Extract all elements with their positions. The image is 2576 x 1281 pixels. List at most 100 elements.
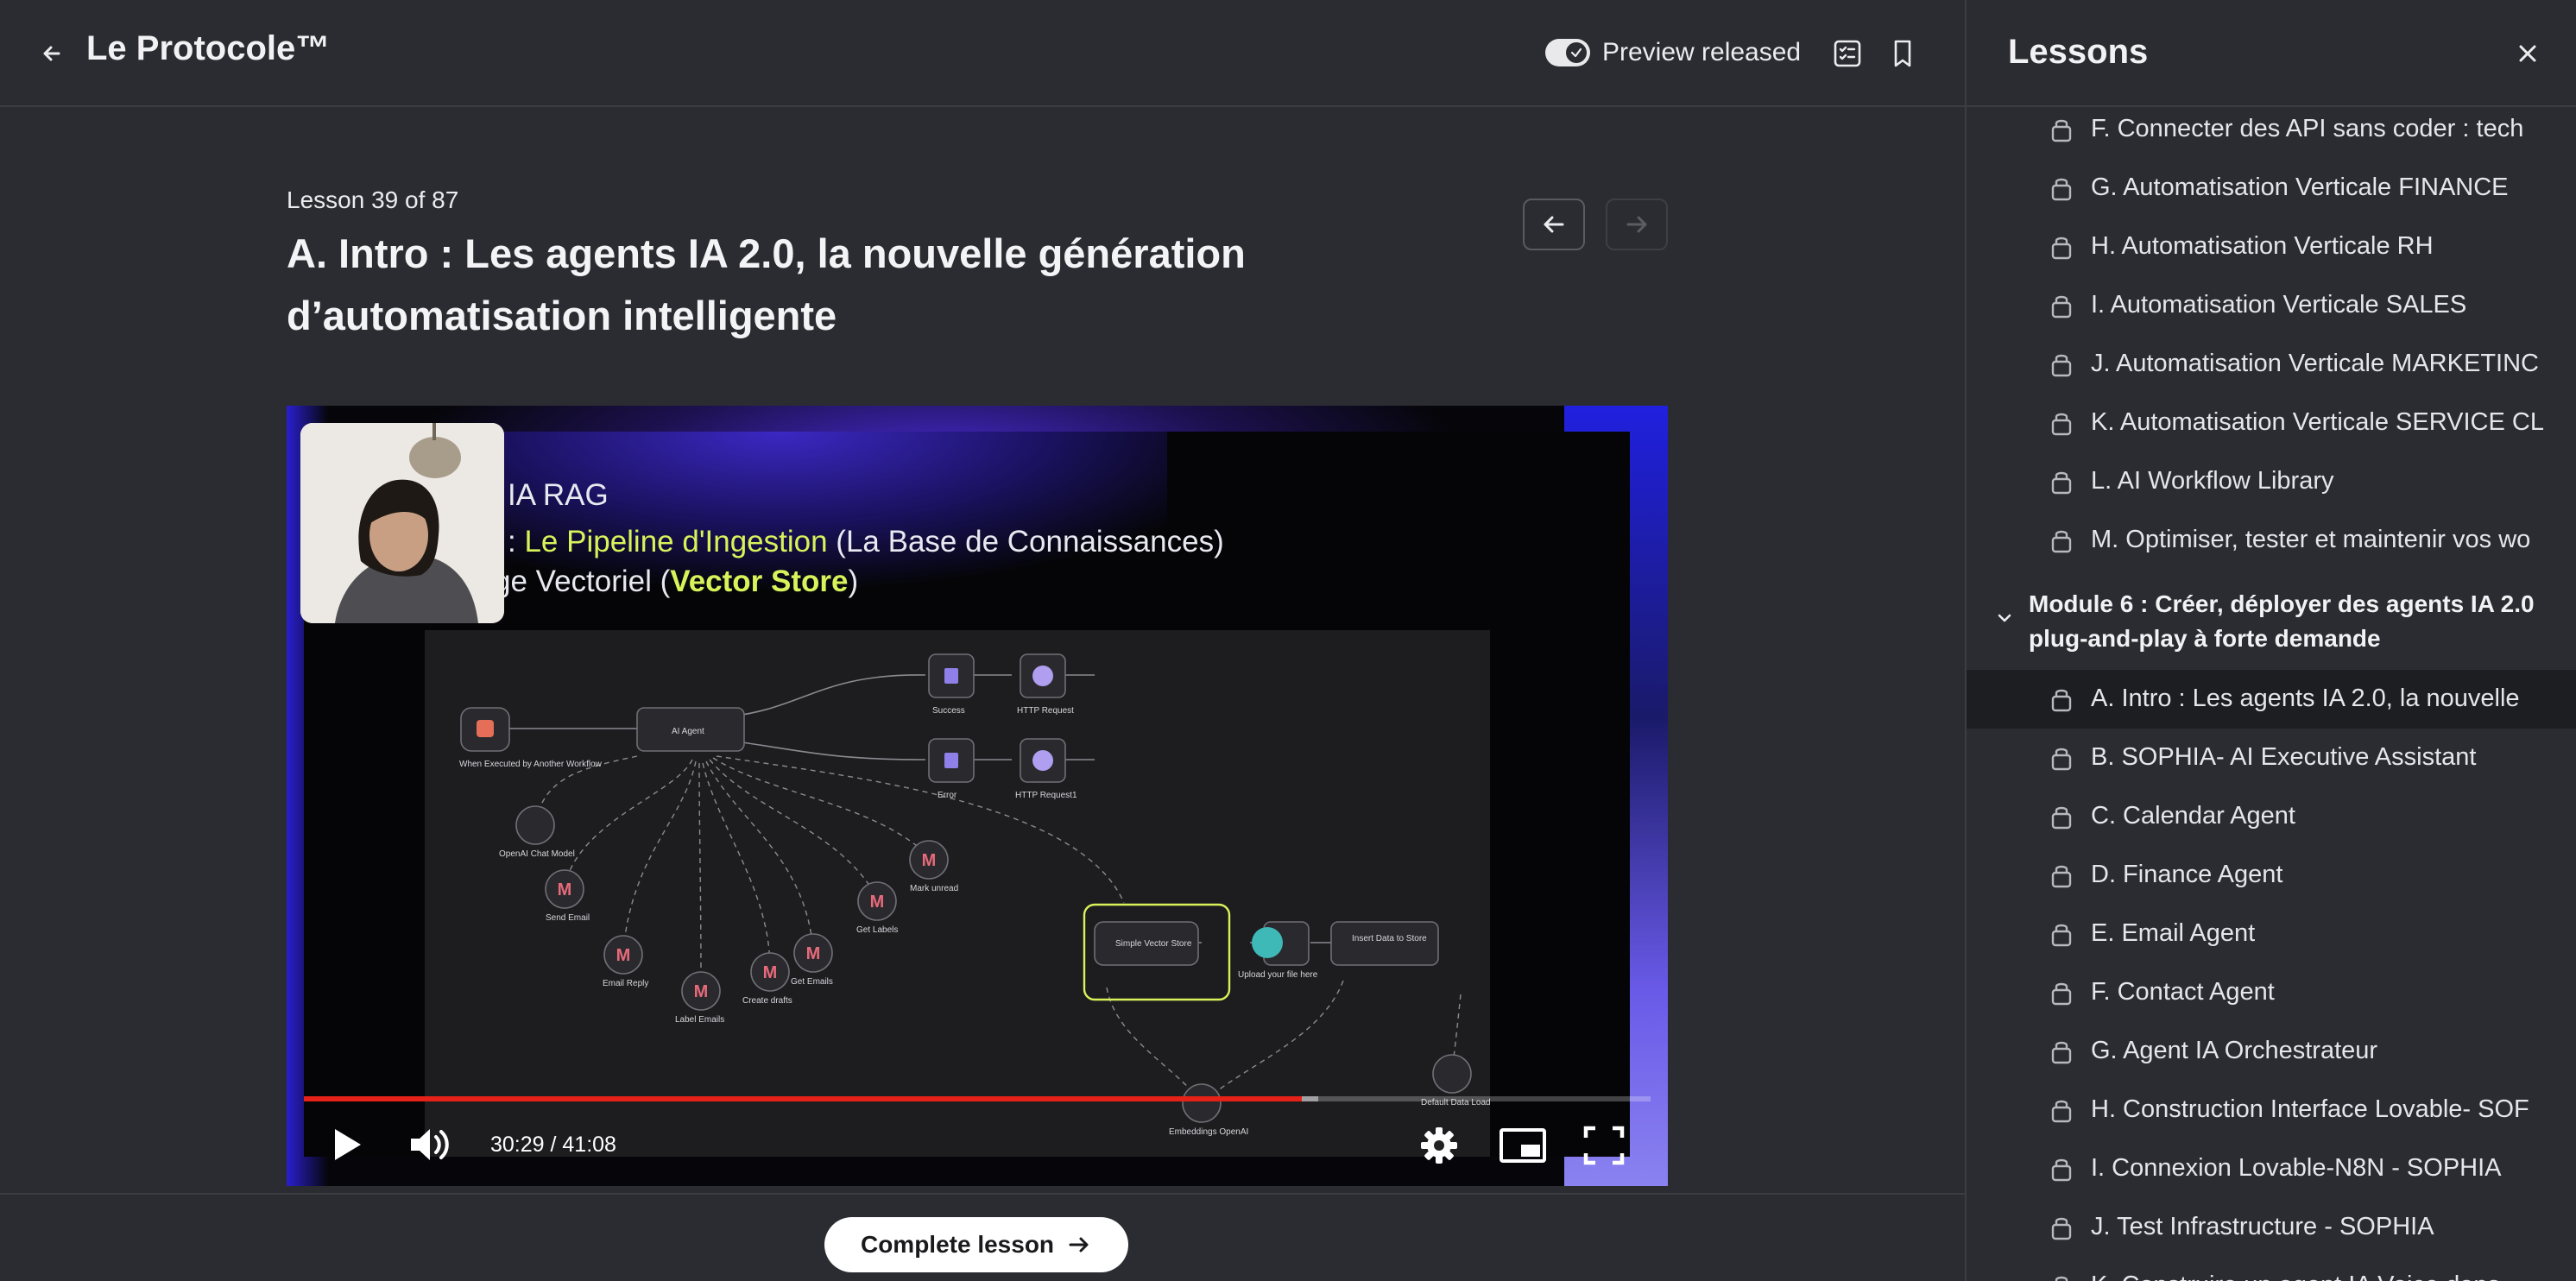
sidebar-lesson-item[interactable]: I. Automatisation Verticale SALES [1967, 276, 2576, 335]
svg-text:HTTP Request1: HTTP Request1 [1015, 791, 1077, 800]
sidebar-lesson-item[interactable]: K. Construire un agent IA Voice dans [1967, 1257, 2576, 1281]
presenter-image [300, 423, 504, 623]
sidebar-lesson-item[interactable]: D. Finance Agent [1967, 846, 2576, 905]
sidebar-lesson-label: F. Contact Agent [2091, 978, 2275, 1006]
close-sidebar-button[interactable] [2509, 35, 2547, 73]
check-icon [1570, 47, 1582, 58]
gear-icon [1421, 1127, 1457, 1164]
workflow-canvas: M M M M M M M When Executed by Another Workflo… [425, 630, 1490, 1157]
sidebar-lesson-label: L. AI Workflow Library [2091, 467, 2334, 495]
notes-button[interactable] [1830, 36, 1865, 71]
fullscreen-icon [1583, 1126, 1625, 1165]
notes-icon [1834, 40, 1861, 67]
sidebar-lesson-item[interactable]: F. Contact Agent [1967, 963, 2576, 1022]
fullscreen-button[interactable] [1583, 1126, 1625, 1170]
sidebar-lesson-label: J. Test Infrastructure - SOPHIA [2091, 1213, 2434, 1240]
sidebar-lesson-item[interactable]: G. Automatisation Verticale FINANCE [1967, 159, 2576, 218]
svg-text:OpenAI Chat Model: OpenAI Chat Model [499, 849, 575, 859]
lock-icon [2046, 173, 2077, 208]
module-header[interactable]: Module 6 : Créer, déployer des agents IA… [1967, 580, 2576, 666]
arrow-right-icon [1069, 1237, 1089, 1253]
sidebar-lesson-item[interactable]: B. SOPHIA- AI Executive Assistant [1967, 729, 2576, 787]
sidebar-lesson-label: E. Email Agent [2091, 919, 2256, 947]
sidebar-lesson-item[interactable]: H. Automatisation Verticale RH [1967, 218, 2576, 276]
svg-text:When Executed by Another Workf: When Executed by Another Workflow [459, 760, 603, 769]
lock-icon [2046, 1036, 2077, 1071]
svg-text:Create drafts: Create drafts [742, 996, 792, 1006]
svg-text:Insert Data to Store: Insert Data to Store [1352, 934, 1427, 943]
lock-icon [2046, 231, 2077, 267]
video-player[interactable]: IA RAG : Le Pipeline d'Ingestion (La Bas… [287, 406, 1668, 1186]
miniplayer-button[interactable] [1499, 1126, 1547, 1170]
svg-text:AI Agent: AI Agent [672, 727, 704, 736]
svg-text:Simple Vector Store: Simple Vector Store [1115, 939, 1192, 949]
complete-lesson-button[interactable]: Complete lesson [824, 1217, 1128, 1272]
sidebar-lesson-label: J. Automatisation Verticale MARKETINC [2091, 350, 2539, 377]
svg-text:Embeddings OpenAI: Embeddings OpenAI [1169, 1127, 1248, 1137]
lock-icon [2046, 1212, 2077, 1247]
sidebar-lesson-label: C. Calendar Agent [2091, 802, 2295, 830]
previous-lesson-button[interactable] [1523, 199, 1585, 250]
svg-text:M: M [870, 893, 885, 912]
video-progress-bar[interactable] [304, 1096, 1651, 1101]
lessons-sidebar: Lessons F. Connecter des API sans coder … [1965, 0, 2576, 1281]
sidebar-lesson-label: K. Automatisation Verticale SERVICE CL [2091, 408, 2544, 436]
svg-text:HTTP Request: HTTP Request [1017, 706, 1074, 716]
volume-button[interactable] [407, 1124, 454, 1170]
sidebar-lesson-item[interactable]: J. Automatisation Verticale MARKETINC [1967, 335, 2576, 394]
sidebar-lesson-label: G. Automatisation Verticale FINANCE [2091, 174, 2509, 201]
lock-icon [2046, 114, 2077, 149]
sidebar-lesson-item[interactable]: I. Connexion Lovable-N8N - SOPHIA [1967, 1139, 2576, 1198]
chevron-down-icon [1998, 614, 2011, 622]
sidebar-lesson-item[interactable]: H. Construction Interface Lovable- SOF [1967, 1081, 2576, 1139]
lesson-count: Lesson 39 of 87 [287, 186, 459, 213]
lock-icon [2046, 1153, 2077, 1189]
top-bar: Le Protocole™ Preview released [0, 0, 1965, 107]
svg-text:Success: Success [932, 706, 965, 716]
miniplayer-icon [1500, 1128, 1546, 1163]
bookmark-button[interactable] [1885, 36, 1920, 71]
sidebar-lesson-item[interactable]: M. Optimiser, tester et maintenir vos wo [1967, 511, 2576, 570]
svg-text:Get Labels: Get Labels [856, 925, 898, 935]
play-icon [335, 1129, 361, 1160]
sidebar-title: Lessons [2008, 33, 2149, 71]
sidebar-lesson-label: H. Construction Interface Lovable- SOF [2091, 1095, 2529, 1123]
lock-icon [2046, 290, 2077, 325]
sidebar-lesson-label: I. Connexion Lovable-N8N - SOPHIA [2091, 1154, 2502, 1182]
sidebar-lesson-item[interactable]: A. Intro : Les agents IA 2.0, la nouvell… [1967, 670, 2576, 729]
main-content: Le Protocole™ Preview released Lesson 39… [0, 0, 1965, 1281]
svg-text:M: M [763, 963, 778, 982]
lock-icon [2046, 525, 2077, 560]
lock-icon [2046, 407, 2077, 443]
sidebar-lesson-item[interactable]: G. Agent IA Orchestrateur [1967, 1022, 2576, 1081]
sidebar-lesson-item[interactable]: J. Test Infrastructure - SOPHIA [1967, 1198, 2576, 1257]
next-lesson-button[interactable] [1606, 199, 1668, 250]
arrow-left-icon [43, 46, 60, 61]
back-button[interactable] [33, 35, 71, 73]
sidebar-lesson-label: H. Automatisation Verticale RH [2091, 232, 2434, 260]
svg-text:Email Reply: Email Reply [603, 979, 648, 988]
module-title: Module 6 : Créer, déployer des agents IA… [2029, 590, 2535, 652]
app-title: Le Protocole™ [86, 29, 331, 67]
lock-icon [2046, 742, 2077, 778]
sidebar-lesson-item[interactable]: K. Automatisation Verticale SERVICE CL [1967, 394, 2576, 452]
sidebar-lesson-label: I. Automatisation Verticale SALES [2091, 291, 2467, 319]
sidebar-lesson-label: A. Intro : Les agents IA 2.0, la nouvell… [2091, 685, 2520, 712]
sidebar-lesson-item[interactable]: L. AI Workflow Library [1967, 452, 2576, 511]
sidebar-lesson-label: B. SOPHIA- AI Executive Assistant [2091, 743, 2477, 771]
volume-icon [411, 1129, 449, 1160]
preview-toggle[interactable] [1545, 39, 1590, 66]
svg-text:M: M [922, 851, 937, 870]
svg-text:Mark unread: Mark unread [910, 884, 958, 893]
settings-button[interactable] [1419, 1126, 1459, 1170]
slide-subheading: : Le Pipeline d'Ingestion (La Base de Co… [508, 525, 1224, 558]
play-button[interactable] [330, 1124, 364, 1170]
sidebar-lesson-item[interactable]: C. Calendar Agent [1967, 787, 2576, 846]
svg-text:Send Email: Send Email [546, 913, 590, 923]
slide-heading: IA RAG [508, 478, 609, 512]
sidebar-lesson-item[interactable]: F. Connecter des API sans coder : tech [1967, 100, 2576, 159]
lock-icon [2046, 1271, 2077, 1281]
sidebar-lesson-item[interactable]: E. Email Agent [1967, 905, 2576, 963]
svg-text:Upload your file here: Upload your file here [1238, 970, 1318, 980]
svg-text:Label Emails: Label Emails [675, 1015, 724, 1025]
